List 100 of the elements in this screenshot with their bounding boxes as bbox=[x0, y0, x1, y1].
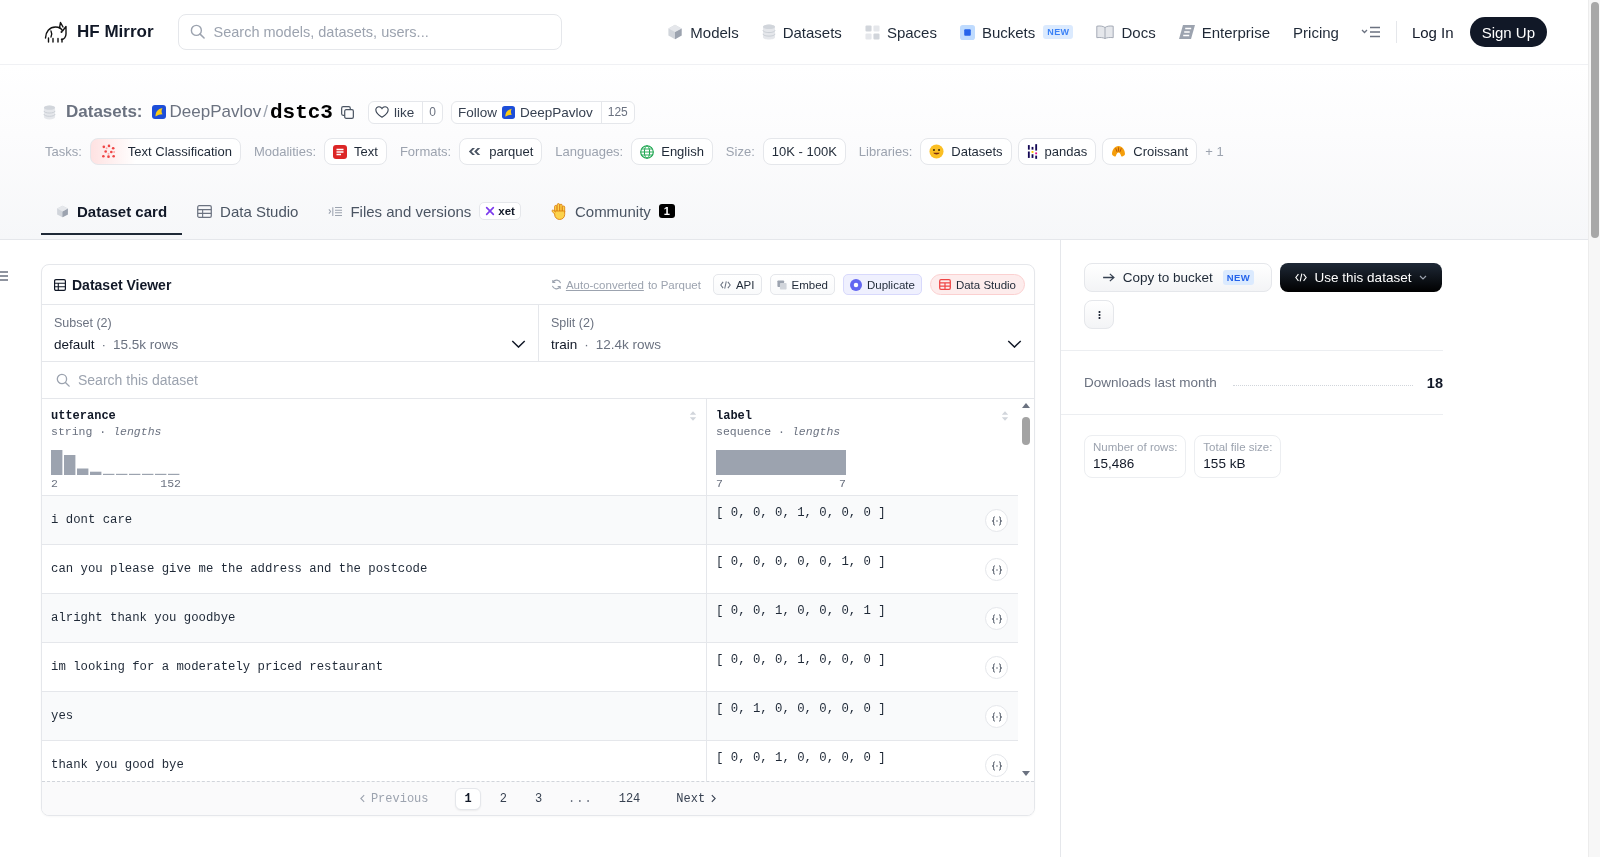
page-button[interactable]: 3 bbox=[525, 787, 552, 810]
login-link[interactable]: Log In bbox=[1411, 23, 1454, 41]
tag-group-label: Tasks: bbox=[45, 144, 82, 159]
owner-link[interactable]: DeepPavlov bbox=[169, 102, 262, 122]
tag-chip[interactable]: Croissant bbox=[1102, 138, 1198, 165]
like-count: 0 bbox=[422, 101, 442, 123]
json-view-button[interactable] bbox=[985, 607, 1008, 630]
x-mark-icon bbox=[485, 206, 496, 216]
tag-group-label: Modalities: bbox=[253, 144, 317, 159]
home-link[interactable]: HF Mirror bbox=[44, 21, 154, 43]
braces-icon bbox=[990, 760, 1003, 771]
nav-link[interactable]: Models bbox=[667, 23, 739, 41]
copy-icon bbox=[340, 105, 354, 119]
book-icon bbox=[1096, 25, 1115, 39]
column-name: label bbox=[716, 409, 752, 423]
json-view-button[interactable] bbox=[985, 656, 1008, 679]
nav-link[interactable]: Docs bbox=[1096, 23, 1156, 41]
split-label: Split (2) bbox=[551, 315, 596, 331]
json-view-button[interactable] bbox=[985, 754, 1008, 777]
split-dropdown[interactable]: train · 12.4k rows bbox=[551, 334, 1022, 354]
toolbar-button[interactable]: Data Studio bbox=[929, 274, 1025, 295]
dots-icon bbox=[100, 144, 116, 159]
cell-text: i dont care bbox=[51, 513, 133, 527]
square-icon bbox=[959, 24, 975, 40]
nav-link[interactable]: Enterprise bbox=[1178, 23, 1271, 41]
avatar-icon bbox=[151, 105, 166, 119]
new-badge: NEW bbox=[1043, 25, 1074, 39]
toolbar-button[interactable]: Duplicate bbox=[842, 274, 922, 295]
page-ellipsis: ... bbox=[567, 790, 594, 808]
stat-value: 155 kB bbox=[1203, 456, 1247, 471]
page-button[interactable]: 1 bbox=[455, 787, 481, 810]
caret-icon bbox=[1419, 275, 1428, 280]
repo-name[interactable]: dstc3 bbox=[269, 100, 333, 124]
cube-icon bbox=[667, 24, 684, 40]
follow-button[interactable]: Follow DeepPavlov 125 bbox=[450, 100, 635, 124]
cell-text: yes bbox=[51, 709, 74, 723]
menu-icon bbox=[1360, 26, 1381, 38]
cube-icon bbox=[56, 204, 69, 218]
dataset-search-field[interactable]: Search this dataset bbox=[42, 362, 1034, 398]
tag-chip[interactable]: Text bbox=[324, 138, 387, 165]
braces-icon bbox=[990, 515, 1003, 526]
column-type: sequence · lengths bbox=[716, 424, 842, 440]
avatar-icon bbox=[501, 105, 515, 119]
toolbar-button[interactable]: Embed bbox=[769, 274, 835, 295]
cell-text: [ 0, 0, 0, 1, 0, 0, 0 ] bbox=[716, 652, 886, 668]
toolbar-button[interactable]: API bbox=[712, 274, 762, 295]
cell-text: [ 0, 1, 0, 0, 0, 0, 0 ] bbox=[716, 701, 886, 717]
cell-text: [ 0, 0, 1, 0, 0, 0, 0 ] bbox=[716, 750, 886, 766]
json-view-button[interactable] bbox=[985, 705, 1008, 728]
tag-chip[interactable]: Text Classification bbox=[89, 138, 241, 165]
cell-text: im looking for a moderately priced restaurant bbox=[51, 660, 384, 674]
nav-link[interactable]: Buckets NEW bbox=[959, 23, 1074, 41]
tag-group-label: Languages: bbox=[555, 144, 624, 159]
hand-icon bbox=[550, 202, 567, 220]
bars-icon bbox=[1026, 144, 1038, 159]
subset-label: Subset (2) bbox=[54, 315, 113, 331]
tag-chip[interactable]: Datasets bbox=[920, 138, 1012, 165]
tab[interactable]: Files and versions xet bbox=[313, 189, 536, 235]
copy-button[interactable] bbox=[340, 105, 354, 119]
subset-dropdown[interactable]: default · 15.5k rows bbox=[54, 334, 526, 354]
tag-group-label: Formats: bbox=[399, 144, 452, 159]
signup-button[interactable]: Sign Up bbox=[1469, 17, 1547, 47]
tag-chip[interactable]: 10K - 100K bbox=[762, 138, 846, 165]
nav-link[interactable]: Pricing bbox=[1293, 23, 1339, 41]
page-button[interactable]: 124 bbox=[609, 787, 650, 810]
search-field[interactable]: Search models, datasets, users... bbox=[177, 14, 562, 50]
use-dataset-button[interactable]: Use this dataset bbox=[1280, 263, 1442, 292]
copy-to-bucket-button[interactable]: Copy to bucket NEW bbox=[1084, 263, 1272, 292]
histogram-max-label: 152 bbox=[160, 477, 181, 491]
braces-icon bbox=[990, 711, 1003, 722]
tab[interactable]: Community 1 bbox=[535, 189, 690, 235]
tag-group-label: Libraries: bbox=[858, 144, 913, 159]
nav-link[interactable]: Datasets bbox=[761, 23, 842, 41]
cell-text: [ 0, 0, 1, 0, 0, 0, 1 ] bbox=[716, 603, 886, 619]
json-view-button[interactable] bbox=[985, 509, 1008, 532]
chevron-down-icon bbox=[1007, 340, 1022, 348]
next-button[interactable]: Next bbox=[667, 787, 726, 810]
text-lines-icon bbox=[333, 144, 348, 159]
tag-chip[interactable]: parquet bbox=[459, 138, 543, 165]
cell-text: [ 0, 0, 0, 1, 0, 0, 0 ] bbox=[716, 505, 886, 521]
more-menu-button[interactable] bbox=[1360, 26, 1381, 38]
tab[interactable]: Data Studio bbox=[182, 189, 314, 235]
column-type: string · lengths bbox=[51, 424, 163, 440]
menu-icon[interactable] bbox=[0, 271, 8, 281]
nav-link[interactable]: Spaces bbox=[864, 23, 937, 41]
scrollbar[interactable] bbox=[1588, 0, 1600, 857]
repo-type-link[interactable]: Datasets: bbox=[66, 102, 143, 122]
like-button[interactable]: like 0 bbox=[367, 100, 443, 124]
logo-icon bbox=[44, 21, 68, 43]
json-view-button[interactable] bbox=[985, 558, 1008, 581]
tag-chip[interactable]: English bbox=[631, 138, 713, 165]
tag-chip[interactable]: pandas bbox=[1017, 138, 1097, 165]
chevron-right-icon bbox=[711, 794, 717, 803]
tab[interactable]: Dataset card bbox=[41, 189, 183, 235]
page-button[interactable]: 2 bbox=[490, 787, 516, 810]
croissant-icon bbox=[1111, 145, 1127, 158]
braces-icon bbox=[990, 613, 1003, 624]
tag-group-label: Size: bbox=[725, 144, 755, 159]
database-icon bbox=[43, 104, 56, 120]
column-name: utterance bbox=[51, 409, 116, 423]
